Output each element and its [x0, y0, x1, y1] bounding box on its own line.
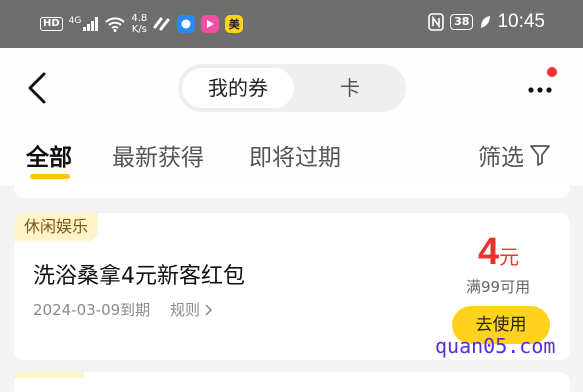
- hd-indicator: HD: [40, 17, 63, 31]
- tab-expiring[interactable]: 即将过期: [249, 138, 341, 172]
- coupon-title: 洗浴桑拿4元新客红包: [33, 264, 245, 289]
- filter-icon: [530, 145, 550, 166]
- back-icon[interactable]: [24, 70, 52, 106]
- watermark: quan05.com: [435, 334, 556, 358]
- amount-unit: 元: [499, 247, 520, 269]
- next-card-tag-edge: [14, 372, 84, 378]
- battery-indicator: 38: [450, 14, 474, 30]
- coupon-amount: 4元: [478, 231, 519, 274]
- tab-newest[interactable]: 最新获得: [112, 138, 204, 172]
- chevron-right-icon: [205, 303, 213, 316]
- filter-button[interactable]: 筛选: [478, 138, 550, 172]
- usage-threshold: 满99可用: [466, 278, 531, 296]
- previous-card-edge: [14, 186, 570, 198]
- segment-switcher: 我的券 卡: [178, 64, 406, 112]
- meituan-app-icon: 美: [225, 15, 244, 33]
- segment-my-coupons[interactable]: 我的券: [182, 68, 294, 108]
- active-tab-indicator: [30, 174, 70, 179]
- tab-all[interactable]: 全部: [26, 138, 72, 172]
- wifi-icon: [105, 17, 126, 32]
- notification-dot: [547, 67, 557, 77]
- leaf-icon: [481, 16, 491, 28]
- next-card-edge: [14, 372, 570, 392]
- segment-cards[interactable]: 卡: [298, 68, 402, 108]
- nfc-icon: [428, 13, 444, 31]
- network-label: 4G: [68, 16, 82, 26]
- expiry-date: 2024-03-09到期: [33, 301, 151, 319]
- signal-icon: [83, 17, 99, 31]
- speed-indicator: 4.8 K/s: [131, 13, 148, 35]
- rules-link[interactable]: 规则: [170, 299, 213, 320]
- more-icon[interactable]: [526, 74, 560, 100]
- header: 我的券 卡 全部 最新获得 即将过期 筛选: [0, 48, 583, 186]
- rules-label: 规则: [170, 301, 201, 319]
- tab-bar: 全部 最新获得 即将过期 筛选: [0, 138, 583, 184]
- link-app-icon: [153, 17, 170, 31]
- blue-app-icon: [177, 15, 196, 33]
- amount-value: 4: [478, 231, 500, 273]
- play-app-icon: [201, 15, 220, 33]
- status-left: HD 4G 4.8 K/s 美: [40, 13, 244, 35]
- clock: 10:45: [497, 11, 545, 32]
- filter-label: 筛选: [478, 145, 524, 171]
- status-right: 38 10:45: [428, 11, 545, 33]
- category-tag: 休闲娱乐: [14, 213, 99, 241]
- status-bar: HD 4G 4.8 K/s 美 38 10:45: [0, 0, 583, 48]
